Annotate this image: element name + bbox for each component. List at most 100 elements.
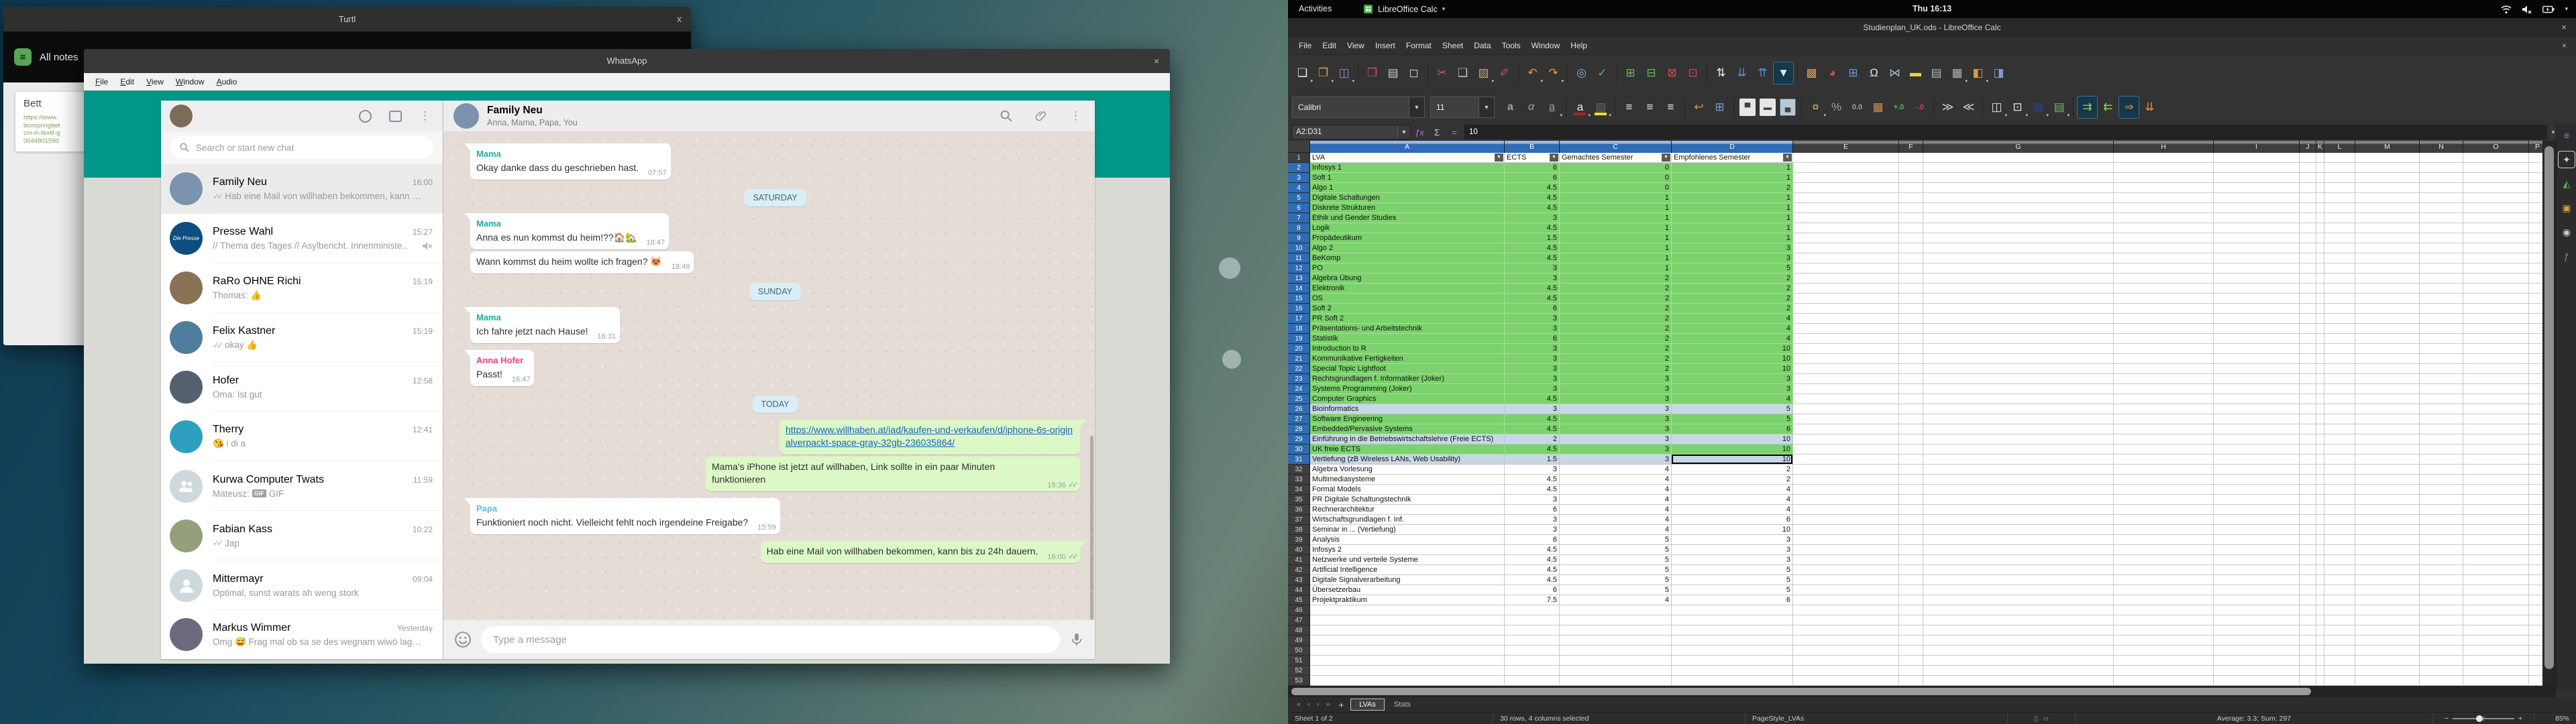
cell-E7[interactable] [1793,213,1899,223]
cell-M5[interactable] [2355,193,2420,203]
cell-G5[interactable] [1923,193,2114,203]
cell-A47[interactable] [1310,615,1505,625]
cell-O15[interactable] [2463,294,2529,304]
cell-B17[interactable]: 3 [1505,314,1560,324]
first-sheet-icon[interactable]: « [1293,701,1304,709]
chat-list-item[interactable]: Felix Kastner15:19✓✓okay 👍 [161,313,443,363]
cell-G21[interactable] [1923,354,2114,364]
cell-C50[interactable] [1560,646,1672,656]
cell-E33[interactable] [1793,475,1899,485]
cell-O6[interactable] [2463,203,2529,213]
cell-N27[interactable] [2420,414,2463,424]
cell-B44[interactable]: 6 [1505,585,1560,595]
cell-M20[interactable] [2355,344,2420,354]
cell-K17[interactable] [2316,314,2324,324]
cell-K1[interactable] [2316,153,2324,163]
cell-C39[interactable]: 5 [1560,535,1672,545]
cell-E40[interactable] [1793,545,1899,555]
cell-L53[interactable] [2324,676,2355,686]
cell-C30[interactable]: 3 [1560,444,1672,455]
cell-E13[interactable] [1793,274,1899,284]
cell-N48[interactable] [2420,625,2463,636]
search-icon[interactable] [1000,110,1012,122]
cell-A22[interactable]: Special Topic Lightfoot [1310,364,1505,374]
row-header-26[interactable]: 26 [1288,404,1310,414]
cell-L26[interactable] [2324,404,2355,414]
cell-N46[interactable] [2420,605,2463,615]
cell-F18[interactable] [1899,324,1923,334]
cell-G35[interactable] [1923,495,2114,505]
cell-P7[interactable] [2529,213,2542,223]
freeze-rows-and-columns-button[interactable]: ◧▾ [1968,62,1988,84]
row-header-30[interactable]: 30 [1288,444,1310,455]
cell-O43[interactable] [2463,575,2529,585]
cell-E53[interactable] [1793,676,1899,686]
cell-H36[interactable] [2114,505,2214,515]
conditional-formatting-button[interactable]: ▤▾ [2049,96,2070,119]
cell-J11[interactable] [2300,253,2316,263]
autofilter-dropdown-icon[interactable]: ▼ [1783,154,1792,162]
close-icon[interactable]: x [677,7,682,32]
increase-indent-button[interactable]: ≫ [1937,96,1958,119]
cell-B41[interactable]: 4.5 [1505,555,1560,565]
cell-G17[interactable] [1923,314,2114,324]
cell-D23[interactable]: 3 [1672,374,1793,384]
chat-list-item[interactable]: Kurwa Computer Twats11:59Mateusz: GIFGIF [161,461,443,511]
cell-F23[interactable] [1899,374,1923,384]
export-as-pdf-button[interactable]: ❒ [1362,62,1383,84]
cell-L16[interactable] [2324,304,2355,314]
cell-D9[interactable]: 1 [1672,233,1793,243]
row-header-13[interactable]: 13 [1288,274,1310,284]
cell-K12[interactable] [2316,263,2324,274]
cell-G18[interactable] [1923,324,2114,334]
cell-O4[interactable] [2463,183,2529,193]
row-header-51[interactable]: 51 [1288,656,1310,666]
format-as-date-button[interactable]: ▦ [1868,96,1888,119]
cell-C10[interactable]: 1 [1560,243,1672,253]
row-header-4[interactable]: 4 [1288,183,1310,193]
cell-E48[interactable] [1793,625,1899,636]
cell-F47[interactable] [1899,615,1923,625]
cell-B42[interactable]: 4.5 [1505,565,1560,575]
menu-tools[interactable]: Tools [1497,41,1526,50]
cell-K44[interactable] [2316,585,2324,595]
cell-O19[interactable] [2463,334,2529,344]
cell-K39[interactable] [2316,535,2324,545]
cell-E10[interactable] [1793,243,1899,253]
cell-E14[interactable] [1793,284,1899,294]
cell-C26[interactable]: 3 [1560,404,1672,414]
horizontal-scrollbar[interactable] [1288,686,2556,697]
cell-A12[interactable]: PO [1310,263,1505,274]
cell-C28[interactable]: 3 [1560,424,1672,434]
cell-F38[interactable] [1899,525,1923,535]
cell-B48[interactable] [1505,625,1560,636]
right-to-left-button[interactable]: ⇇ [2098,96,2118,119]
cell-K25[interactable] [2316,394,2324,404]
cell-L51[interactable] [2324,656,2355,666]
cell-N52[interactable] [2420,666,2463,676]
cell-K46[interactable] [2316,605,2324,615]
highlighting-color-button[interactable]: ▧▾ [1591,96,1611,119]
cell-C42[interactable]: 5 [1560,565,1672,575]
cell-B22[interactable]: 3 [1505,364,1560,374]
column-header-H[interactable]: H [2114,141,2214,153]
cell-I3[interactable] [2214,173,2300,183]
cell-C35[interactable]: 4 [1560,495,1672,505]
cell-L34[interactable] [2324,485,2355,495]
cell-C47[interactable] [1560,615,1672,625]
cell-A9[interactable]: Propädeutikum [1310,233,1505,243]
cell-E47[interactable] [1793,615,1899,625]
cell-E49[interactable] [1793,636,1899,646]
cell-O28[interactable] [2463,424,2529,434]
cell-L32[interactable] [2324,465,2355,475]
cell-L28[interactable] [2324,424,2355,434]
cell-A20[interactable]: Introduction to R [1310,344,1505,354]
cell-C16[interactable]: 2 [1560,304,1672,314]
cell-G22[interactable] [1923,364,2114,374]
cell-L43[interactable] [2324,575,2355,585]
cell-D15[interactable]: 2 [1672,294,1793,304]
cell-F8[interactable] [1899,223,1923,233]
cell-L30[interactable] [2324,444,2355,455]
cell-G41[interactable] [1923,555,2114,565]
cell-D11[interactable]: 3 [1672,253,1793,263]
